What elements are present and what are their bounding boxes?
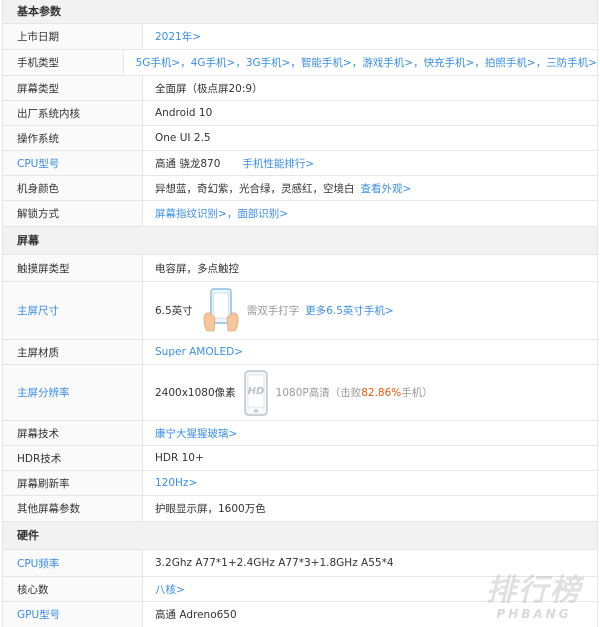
unlock-face-link[interactable]: 面部识别> <box>237 206 288 221</box>
hdr-value: HDR 10+ <box>155 452 204 464</box>
separator: ， <box>474 57 485 69</box>
more-screen-size-link[interactable]: 更多6.5英寸手机> <box>305 303 394 318</box>
row-screen-material: 主屏材质 Super AMOLED> <box>3 340 597 365</box>
row-cpu-model: CPU型号 高通 骁龙870 手机性能排行> <box>3 151 597 176</box>
label-other-screen-params: 其他屏幕参数 <box>3 496 143 521</box>
screen-material-link[interactable]: Super AMOLED> <box>155 346 243 358</box>
resolution-note-prefix: 1080P高清（击败 <box>275 387 362 399</box>
screen-size-note: 需双手打字 <box>246 305 300 317</box>
label-core-count: 核心数 <box>3 577 143 601</box>
label-screen-tech: 屏幕技术 <box>3 421 143 445</box>
phone-type-link-4g[interactable]: 4G手机> <box>191 55 236 70</box>
row-refresh-rate: 屏幕刷新率 120Hz> <box>3 471 597 496</box>
label-screen-material: 主屏材质 <box>3 340 143 364</box>
label-hdr: HDR技术 <box>3 446 143 470</box>
row-factory-os: 出厂系统内核 Android 10 <box>3 101 597 126</box>
unlock-fingerprint-link[interactable]: 屏幕指纹识别> <box>155 206 227 221</box>
row-screen-tech: 屏幕技术 康宁大猩猩玻璃> <box>3 421 597 446</box>
screen-type-value: 全面屏（极点屏20:9） <box>155 82 263 95</box>
label-refresh-rate: 屏幕刷新率 <box>3 471 143 495</box>
label-cpu-frequency[interactable]: CPU频率 <box>3 550 143 576</box>
label-unlock: 解锁方式 <box>3 201 143 226</box>
gpu-model-value: 高通 Adreno650 <box>155 609 237 621</box>
resolution-beat-percent: 82.86% <box>361 386 402 399</box>
touch-type-value: 电容屏，多点触控 <box>155 262 239 275</box>
row-cpu-frequency: CPU频率 3.2Ghz A77*1+2.4GHz A77*3+1.8GHz A… <box>3 550 597 577</box>
label-resolution[interactable]: 主屏分辨率 <box>3 365 143 420</box>
resolution-value: 2400x1080像素 <box>155 387 236 399</box>
section-screen: 屏幕 <box>3 227 597 255</box>
row-touch-type: 触摸屏类型 电容屏，多点触控 <box>3 255 597 282</box>
row-launch-date: 上市日期 2021年> <box>3 24 597 50</box>
separator: ， <box>235 57 246 69</box>
hd-badge-text: HD <box>247 386 264 397</box>
label-os: 操作系统 <box>3 126 143 150</box>
phone-type-link-3g[interactable]: 3G手机> <box>246 55 291 70</box>
view-appearance-link[interactable]: 查看外观> <box>361 181 412 196</box>
refresh-rate-link[interactable]: 120Hz> <box>155 477 197 489</box>
separator: ， <box>226 208 238 220</box>
phone-type-link-5g[interactable]: 5G手机> <box>136 55 181 70</box>
hd-phone-icon: HD <box>243 369 268 416</box>
label-touch-type: 触摸屏类型 <box>3 255 143 281</box>
core-count-link[interactable]: 八核> <box>155 582 185 597</box>
row-other-screen-params: 其他屏幕参数 护眼显示屏，1600万色 <box>3 496 597 522</box>
row-body-color: 机身颜色 异想蓝，奇幻紫，光合绿，灵感红，空境白 查看外观> <box>3 176 597 201</box>
label-phone-type: 手机类型 <box>3 50 124 75</box>
phone-type-link-smart[interactable]: 智能手机> <box>301 55 352 70</box>
other-screen-params-value: 护眼显示屏，1600万色 <box>155 503 266 515</box>
row-screen-type: 屏幕类型 全面屏（极点屏20:9） <box>3 76 597 101</box>
separator: ， <box>351 57 363 69</box>
label-body-color: 机身颜色 <box>3 176 143 200</box>
label-screen-size[interactable]: 主屏尺寸 <box>3 282 143 339</box>
os-value: One UI 2.5 <box>155 132 211 144</box>
separator: ， <box>180 57 191 69</box>
performance-ranking-link[interactable]: 手机性能排行> <box>242 156 314 171</box>
row-unlock: 解锁方式 屏幕指纹识别>， 面部识别> <box>3 201 597 227</box>
phone-type-link-gaming[interactable]: 游戏手机> <box>362 55 413 70</box>
screen-size-value: 6.5英寸 <box>155 305 193 317</box>
label-launch-date: 上市日期 <box>3 24 143 49</box>
section-hardware: 硬件 <box>3 522 597 550</box>
row-core-count: 核心数 八核> <box>3 577 597 602</box>
row-hdr: HDR技术 HDR 10+ <box>3 446 597 471</box>
body-color-value: 异想蓝，奇幻紫，光合绿，灵感红，空境白 <box>155 182 355 195</box>
row-os: 操作系统 One UI 2.5 <box>3 126 597 151</box>
label-factory-os: 出厂系统内核 <box>3 101 143 125</box>
label-screen-type: 屏幕类型 <box>3 76 143 100</box>
separator: ， <box>413 57 424 69</box>
phone-type-link-rugged[interactable]: 三防手机> <box>546 55 597 70</box>
cpu-model-value: 高通 骁龙870 <box>155 157 221 170</box>
separator: ， <box>535 57 547 69</box>
cpu-frequency-value: 3.2Ghz A77*1+2.4GHz A77*3+1.8GHz A55*4 <box>155 557 394 569</box>
label-gpu-model[interactable]: GPU型号 <box>3 602 143 627</box>
separator: ， <box>290 57 301 69</box>
two-hands-phone-icon <box>203 287 239 331</box>
label-cpu-model[interactable]: CPU型号 <box>3 151 143 175</box>
phone-type-link-camera[interactable]: 拍照手机> <box>485 55 536 70</box>
row-resolution: 主屏分辨率 2400x1080像素 HD 1080P高清（击败 82.86% 手机） <box>3 365 597 421</box>
row-phone-type: 手机类型 5G手机>， 4G手机>， 3G手机>， 智能手机>， 游戏手机>， … <box>3 50 597 76</box>
factory-os-value: Android 10 <box>155 107 213 119</box>
spec-table: 基本参数 上市日期 2021年> 手机类型 5G手机>， 4G手机>， 3G手机… <box>2 0 598 627</box>
phone-type-link-fastcharge[interactable]: 快充手机> <box>424 55 475 70</box>
screen-tech-link[interactable]: 康宁大猩猩玻璃> <box>155 426 237 441</box>
row-screen-size: 主屏尺寸 6.5英寸 需双手打字 更多6.5英寸手机> <box>3 282 597 340</box>
resolution-note-suffix: 手机） <box>401 387 433 399</box>
row-gpu-model: GPU型号 高通 Adreno650 <box>3 602 597 627</box>
section-basic-params: 基本参数 <box>3 0 597 24</box>
launch-date-link[interactable]: 2021年> <box>155 29 201 44</box>
